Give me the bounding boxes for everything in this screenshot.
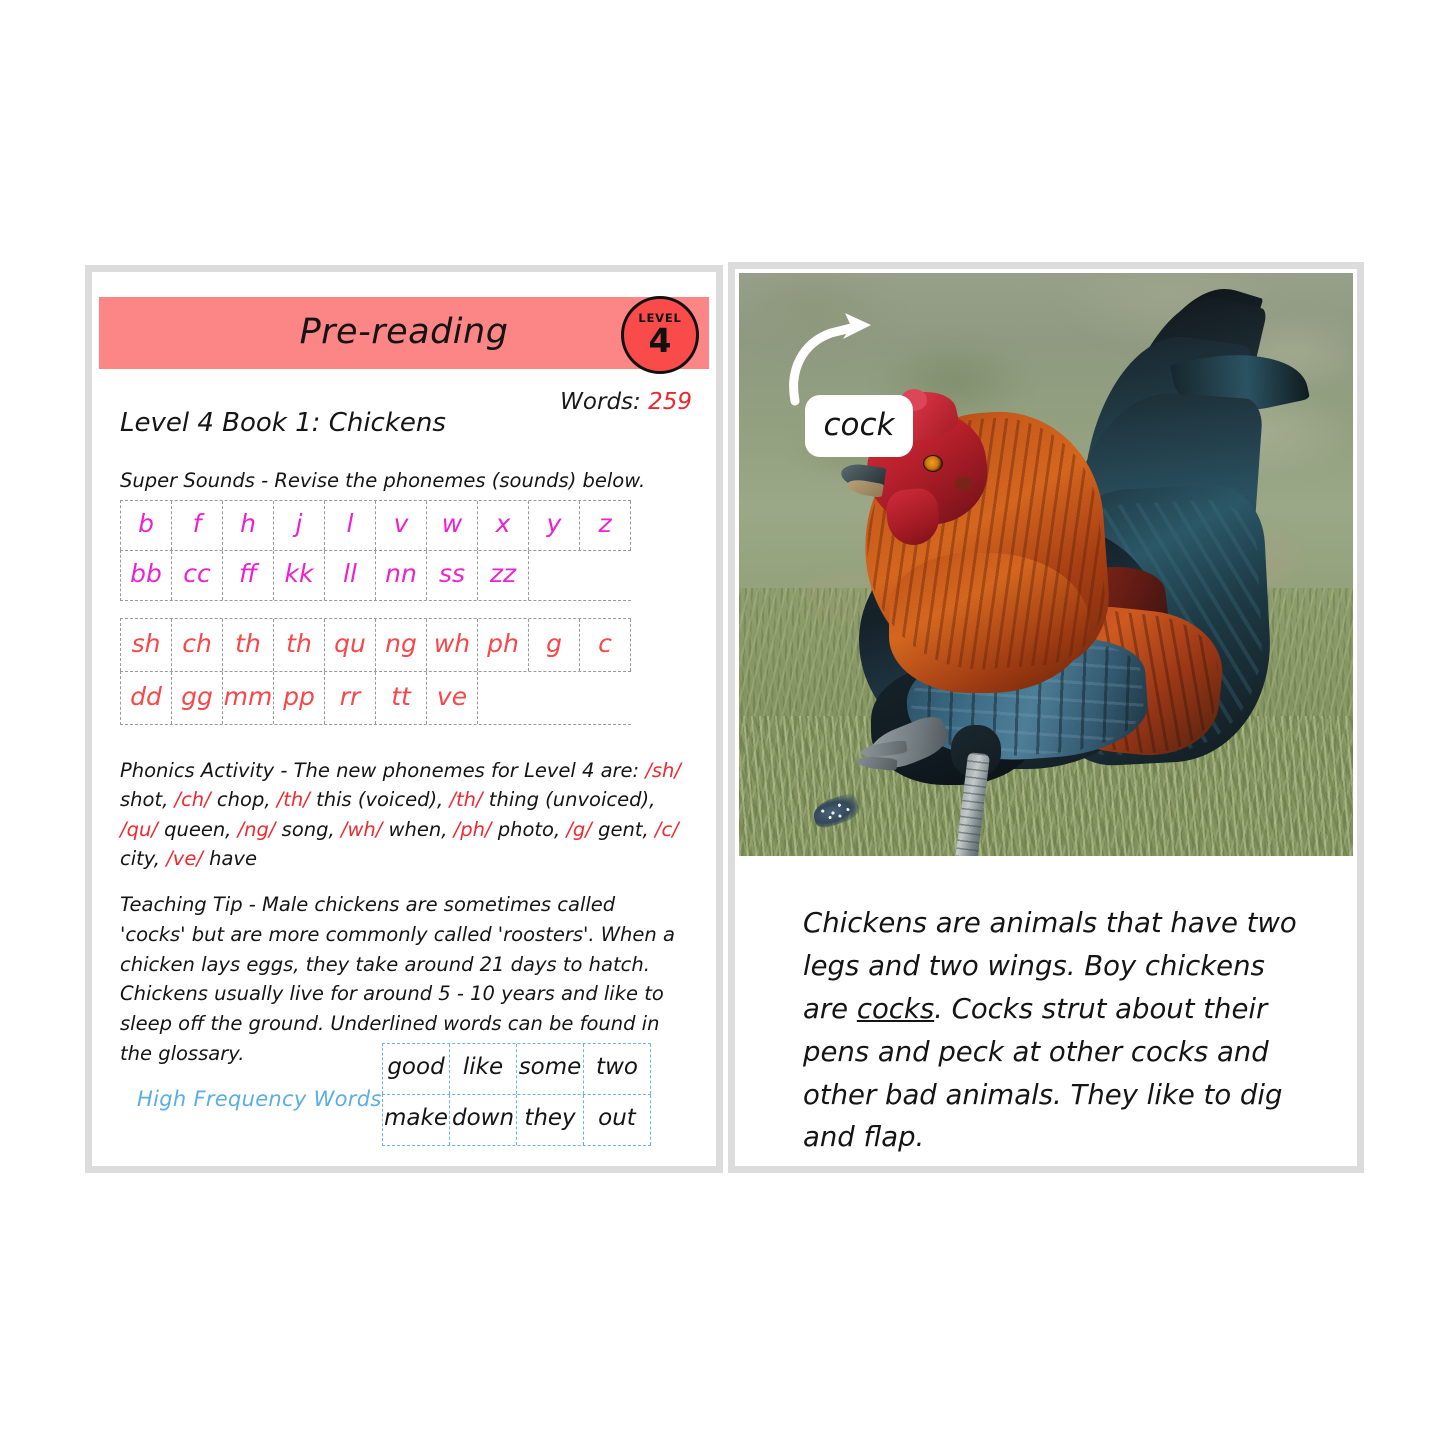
right-page-card: cock Chickens are animals that have two … (728, 262, 1364, 1173)
phoneme-example-word: when, (382, 817, 454, 841)
super-sounds-label: Super Sounds - Revise the phonemes (soun… (120, 469, 646, 492)
phoneme-example-word: queen, (157, 817, 238, 841)
phoneme-cell: qu (325, 619, 376, 671)
phoneme-example-word: shot, (120, 788, 175, 812)
phoneme-row: bfhjlvwxyz (120, 500, 631, 550)
high-frequency-word: out (584, 1095, 651, 1145)
callout-label: cock (805, 395, 913, 457)
phoneme-example-word: photo, (491, 817, 567, 841)
phoneme-cell: tt (376, 672, 427, 724)
high-frequency-word: two (584, 1044, 651, 1094)
callout-label-text: cock (823, 406, 895, 443)
high-frequency-row: make down they out (382, 1094, 651, 1146)
phoneme-cell: f (172, 501, 223, 550)
level-badge: LEVEL 4 (621, 296, 699, 374)
phoneme-token: /wh/ (340, 817, 383, 841)
page-stage: Pre-reading LEVEL 4 Words: 259 Level 4 B… (0, 0, 1445, 1445)
phonics-intro: Phonics Activity - The new phonemes for … (120, 759, 646, 782)
phoneme-example-word: have (202, 846, 257, 870)
high-frequency-word: down (450, 1095, 517, 1145)
phoneme-example-word: song, (275, 817, 341, 841)
phoneme-example-word: this (voiced), (309, 788, 450, 812)
phoneme-cell: dd (121, 672, 172, 724)
phoneme-cell: ng (376, 619, 427, 671)
header-band: Pre-reading (99, 297, 709, 369)
phoneme-cell: cc (172, 551, 223, 600)
phoneme-cell: ch (172, 619, 223, 671)
phoneme-cell: l (325, 501, 376, 550)
page-title: Pre-reading (299, 312, 509, 353)
phoneme-token: /ng/ (237, 817, 276, 841)
callout-arrow-icon (789, 313, 871, 406)
high-frequency-words-grid: good like some two make down they out (382, 1043, 651, 1146)
phoneme-cell: nn (376, 551, 427, 600)
phoneme-token: /th/ (449, 788, 483, 812)
phoneme-cell: b (121, 501, 172, 550)
phoneme-cell: z (580, 501, 631, 550)
phoneme-token: /ch/ (174, 788, 211, 812)
high-frequency-word: they (517, 1095, 584, 1145)
phoneme-cell: pp (274, 672, 325, 724)
phoneme-token: /ph/ (453, 817, 492, 841)
phoneme-cell: th (223, 619, 274, 671)
phoneme-cell: c (580, 619, 631, 671)
phoneme-cell: rr (325, 672, 376, 724)
phoneme-cell: g (529, 619, 580, 671)
word-count: Words: 259 (560, 389, 692, 415)
left-page-card: Pre-reading LEVEL 4 Words: 259 Level 4 B… (85, 265, 723, 1173)
phoneme-row: bb cc ff kk ll nn ss zz (120, 550, 631, 601)
phonics-activity-paragraph: Phonics Activity - The new phonemes for … (120, 756, 688, 873)
high-frequency-words-label: High Frequency Words (137, 1087, 382, 1111)
phoneme-cell: y (529, 501, 580, 550)
phoneme-cell: th (274, 619, 325, 671)
phoneme-token: /sh/ (645, 759, 681, 782)
phoneme-cell: ve (427, 672, 478, 724)
phoneme-cell: h (223, 501, 274, 550)
phoneme-cell: kk (274, 551, 325, 600)
phoneme-row: sh ch th th qu ng wh ph g c (120, 618, 631, 671)
phoneme-token: /th/ (276, 788, 310, 812)
phoneme-cell: ss (427, 551, 478, 600)
phoneme-cell: zz (478, 551, 529, 600)
phoneme-cell: w (427, 501, 478, 550)
phoneme-cell: mm (223, 672, 274, 724)
phoneme-cell: gg (172, 672, 223, 724)
phoneme-grid-revision: b f h j l v w x y z bb cc ff kk ll nn ss zz (120, 500, 631, 601)
level-badge-number: 4 (648, 320, 672, 360)
story-paragraph: Chickens are animals that have two legs … (803, 902, 1303, 1159)
phoneme-cell: v (376, 501, 427, 550)
phoneme-cell: ll (325, 551, 376, 600)
phoneme-cell: wh (427, 619, 478, 671)
phoneme-example-word: chop, (210, 788, 277, 812)
high-frequency-word: make (383, 1095, 450, 1145)
phoneme-token: /ve/ (166, 846, 203, 870)
high-frequency-row: good like some two (382, 1043, 651, 1094)
phoneme-cell: bb (121, 551, 172, 600)
word-count-label: Words: (560, 389, 641, 415)
word-count-value: 259 (648, 389, 692, 415)
phoneme-cell: j (274, 501, 325, 550)
phoneme-example-word: thing (unvoiced), (482, 788, 656, 812)
phoneme-cell: ph (478, 619, 529, 671)
glossary-word: cocks (856, 992, 935, 1025)
phoneme-cell: ff (223, 551, 274, 600)
phoneme-example-word: gent, (591, 817, 655, 841)
ground-stone (1036, 854, 1096, 856)
phoneme-cell: x (478, 501, 529, 550)
high-frequency-word: like (450, 1044, 517, 1094)
high-frequency-word: good (383, 1044, 450, 1094)
rooster-photo: cock (739, 273, 1353, 856)
phoneme-token: /g/ (566, 817, 592, 841)
high-frequency-word: some (517, 1044, 584, 1094)
book-title-line: Level 4 Book 1: Chickens (120, 408, 446, 438)
phoneme-cell: sh (121, 619, 172, 671)
rooster-eye (923, 455, 943, 472)
phoneme-row: dd gg mm pp rr tt ve (120, 671, 631, 725)
phoneme-token: /c/ (654, 817, 679, 841)
phoneme-token: /qu/ (120, 817, 158, 841)
rooster-ear-lobe (955, 477, 973, 491)
phoneme-grid-new: sh ch th th qu ng wh ph g c dd gg mm pp rr tt ve (120, 618, 631, 725)
phoneme-example-word: city, (120, 846, 167, 870)
